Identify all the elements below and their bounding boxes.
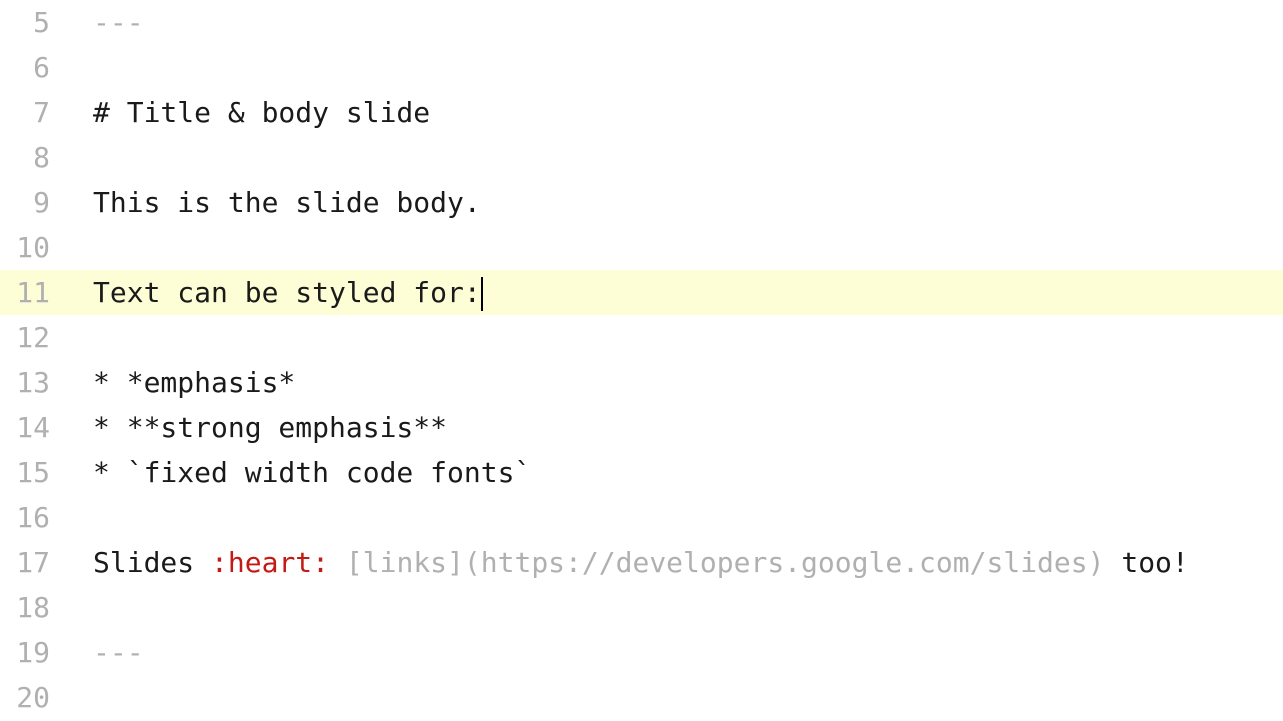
line-number: 20: [0, 675, 70, 720]
code-segment: * `fixed width code fonts`: [93, 456, 531, 489]
code-segment: This is the slide body.: [93, 186, 481, 219]
editor-line[interactable]: 14 * **strong emphasis**: [0, 405, 1283, 450]
line-number: 12: [0, 315, 70, 360]
code-segment: too!: [1104, 546, 1188, 579]
line-content[interactable]: Slides :heart: [links](https://developer…: [70, 540, 1283, 585]
line-number: 13: [0, 360, 70, 405]
line-number: 9: [0, 180, 70, 225]
line-number: 16: [0, 495, 70, 540]
line-content[interactable]: ---: [70, 0, 1283, 45]
code-segment: [links](https://developers.google.com/sl…: [346, 546, 1105, 579]
code-editor[interactable]: 5 --- 67 # Title & body slide 89 This is the …: [0, 0, 1283, 720]
editor-line[interactable]: 10: [0, 225, 1283, 270]
editor-line[interactable]: 7 # Title & body slide: [0, 90, 1283, 135]
editor-line[interactable]: 20: [0, 675, 1283, 720]
editor-line[interactable]: 6: [0, 45, 1283, 90]
editor-line[interactable]: 19 ---: [0, 630, 1283, 675]
line-number: 10: [0, 225, 70, 270]
line-number: 7: [0, 90, 70, 135]
code-segment: # Title & body slide: [93, 96, 430, 129]
line-number: 5: [0, 0, 70, 45]
code-segment: ---: [93, 636, 144, 669]
editor-line[interactable]: 8: [0, 135, 1283, 180]
editor-line[interactable]: 17Slides :heart: [links](https://develop…: [0, 540, 1283, 585]
line-number: 18: [0, 585, 70, 630]
line-content[interactable]: * **strong emphasis**: [70, 405, 1283, 450]
line-content[interactable]: Text can be styled for:: [70, 270, 1283, 315]
editor-line[interactable]: 12: [0, 315, 1283, 360]
code-segment: ---: [93, 6, 144, 39]
editor-line[interactable]: 5 ---: [0, 0, 1283, 45]
editor-line[interactable]: 15 * `fixed width code fonts`: [0, 450, 1283, 495]
line-number: 15: [0, 450, 70, 495]
line-content[interactable]: This is the slide body.: [70, 180, 1283, 225]
code-segment: [329, 546, 346, 579]
text-cursor: [481, 277, 483, 311]
code-segment: Text can be styled for:: [93, 276, 481, 309]
code-segment: * **strong emphasis**: [93, 411, 447, 444]
code-segment: * *emphasis*: [93, 366, 295, 399]
line-content[interactable]: ---: [70, 630, 1283, 675]
editor-line[interactable]: 9 This is the slide body.: [0, 180, 1283, 225]
code-segment: Slides: [93, 546, 211, 579]
line-number: 19: [0, 630, 70, 675]
line-number: 6: [0, 45, 70, 90]
editor-line[interactable]: 13 * *emphasis*: [0, 360, 1283, 405]
line-content[interactable]: * `fixed width code fonts`: [70, 450, 1283, 495]
line-number: 14: [0, 405, 70, 450]
line-number: 17: [0, 540, 70, 585]
line-number: 11: [0, 270, 70, 315]
editor-line[interactable]: 16: [0, 495, 1283, 540]
code-segment: :heart:: [211, 546, 329, 579]
line-content[interactable]: # Title & body slide: [70, 90, 1283, 135]
line-content[interactable]: * *emphasis*: [70, 360, 1283, 405]
editor-line[interactable]: 11 Text can be styled for:: [0, 270, 1283, 315]
editor-line[interactable]: 18: [0, 585, 1283, 630]
line-number: 8: [0, 135, 70, 180]
